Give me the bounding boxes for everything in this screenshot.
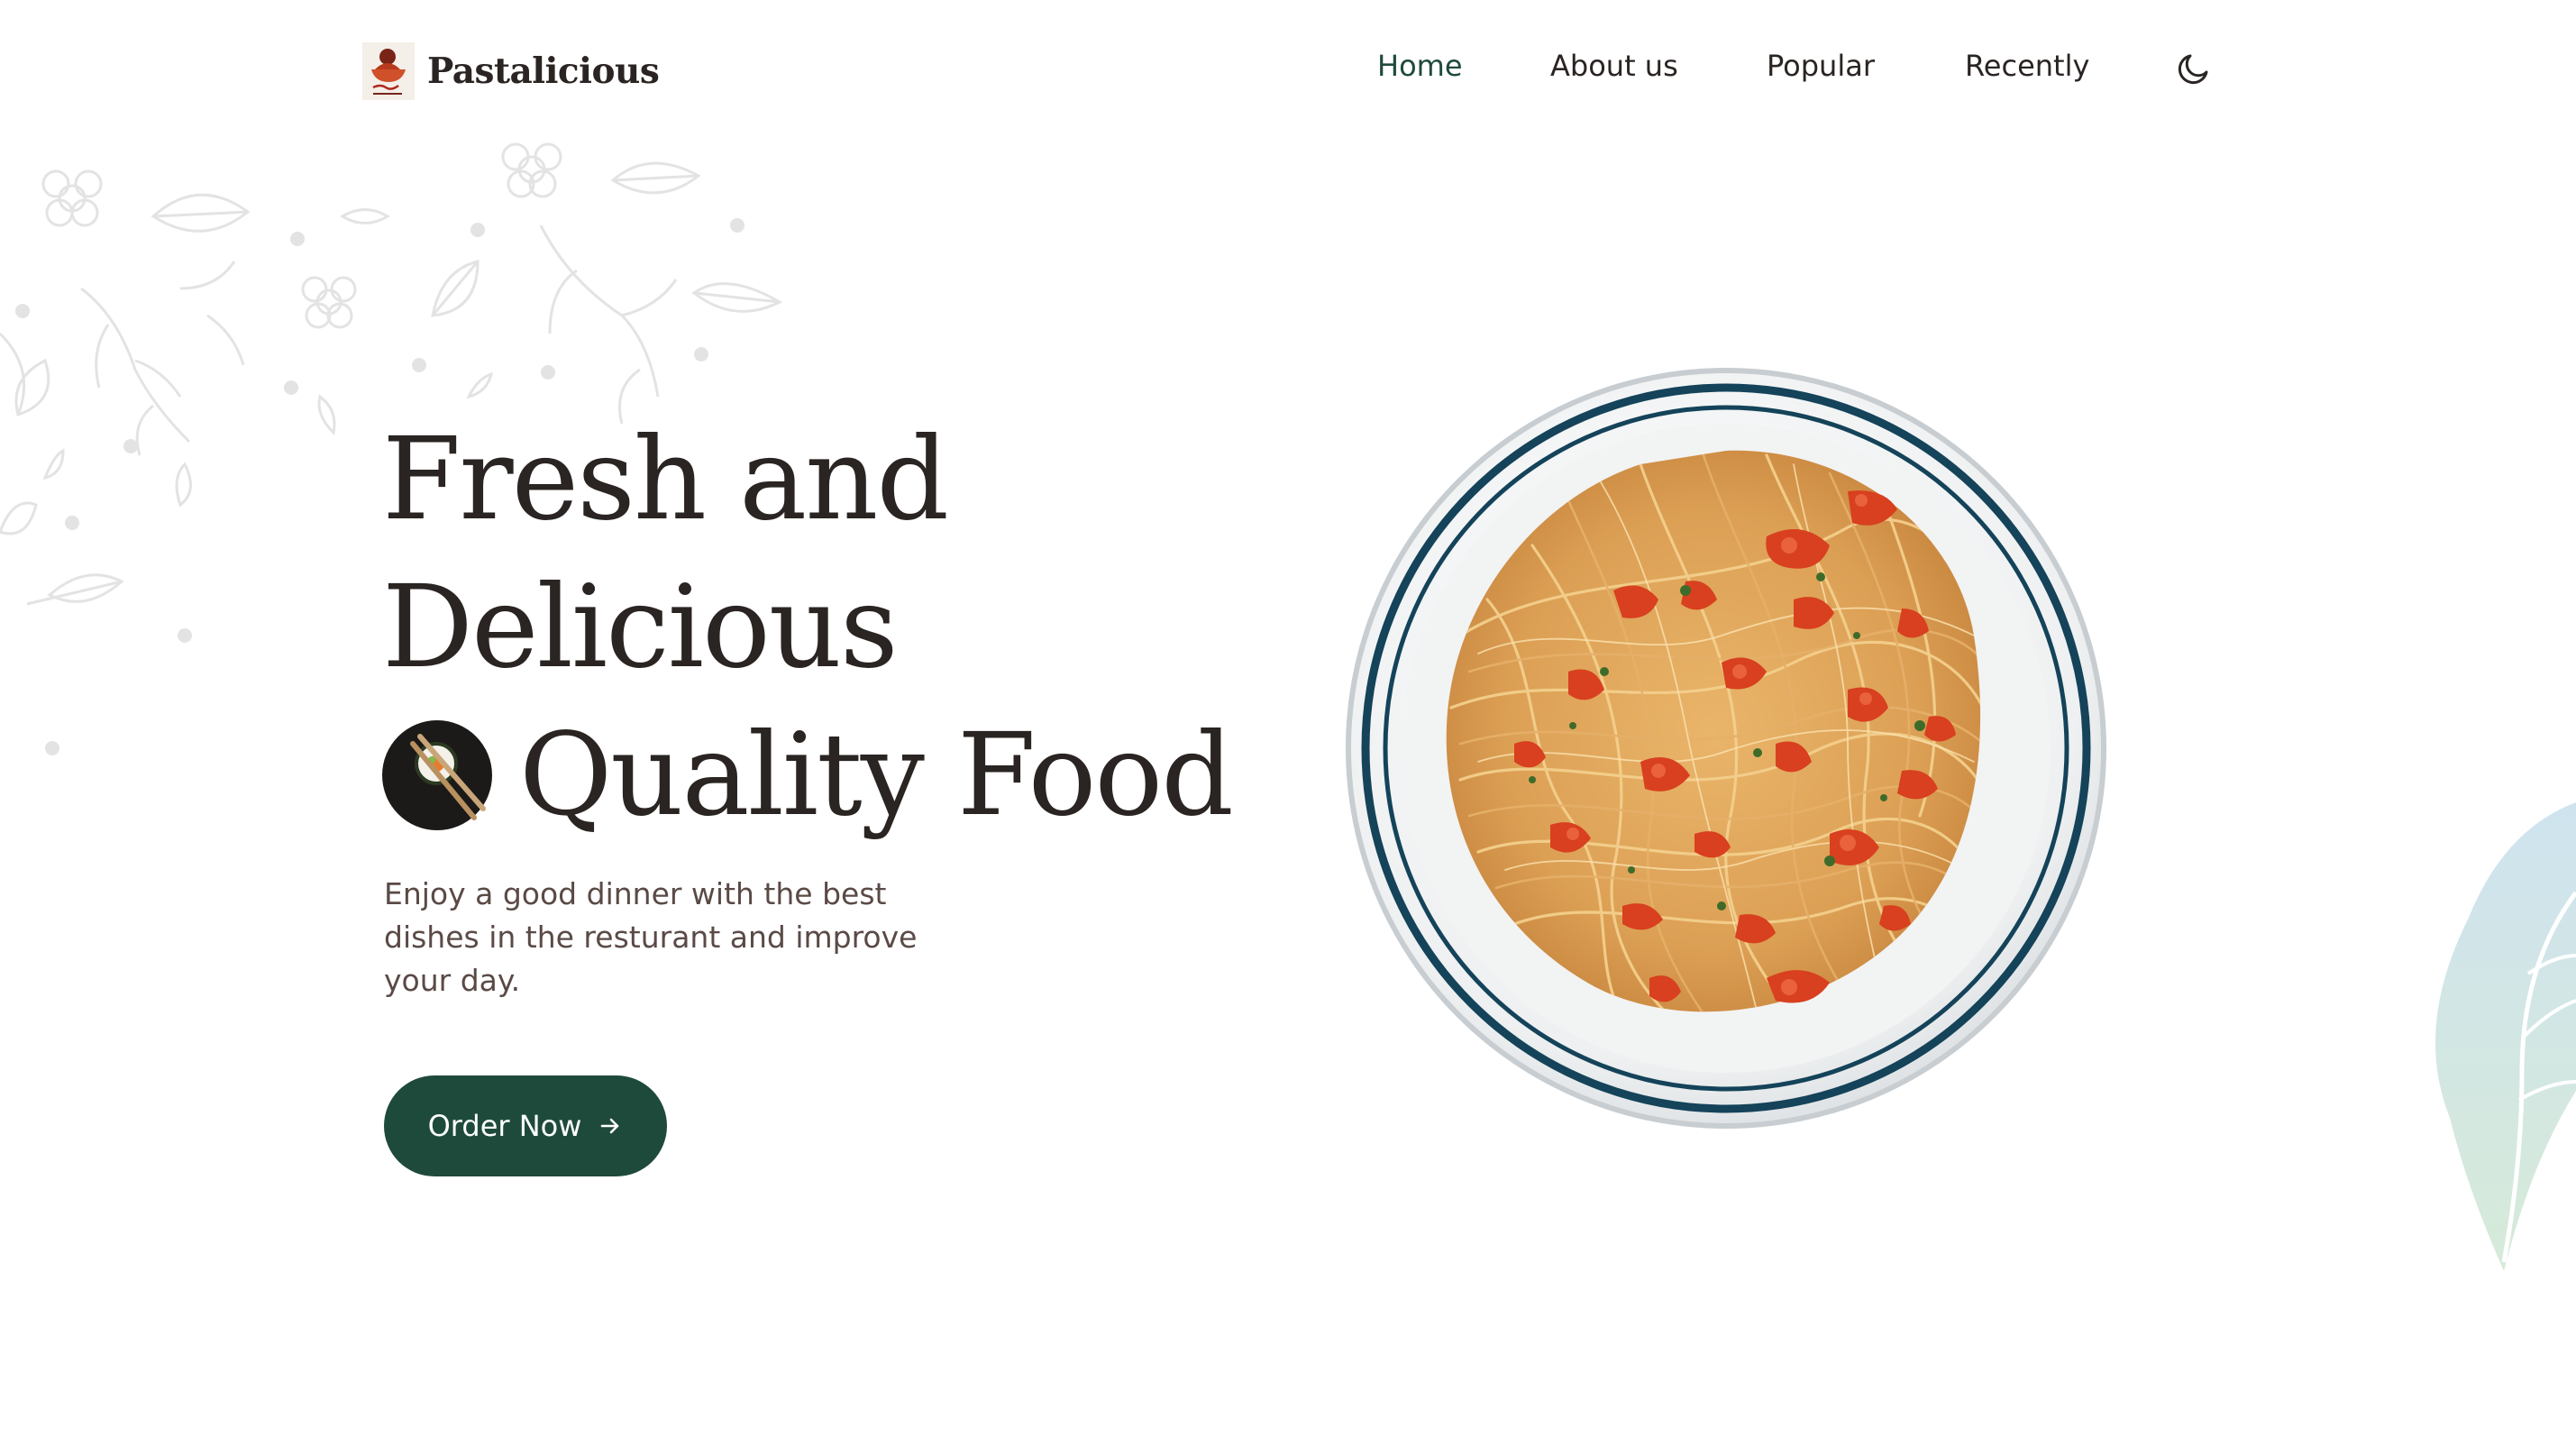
- hero-title-line-2: Delicious: [382, 561, 899, 693]
- hero-title-line-1: Fresh and: [382, 413, 949, 545]
- site-header: Pastalicious Home About us Popular Recen…: [0, 0, 2576, 144]
- hero-title-line-3: Quality Food: [519, 709, 1234, 841]
- nav-popular[interactable]: Popular: [1767, 49, 1875, 83]
- landing-page: Pastalicious Home About us Popular Recen…: [0, 0, 2576, 1455]
- sushi-chopsticks-icon: [382, 720, 492, 830]
- hero-description: Enjoy a good dinner with the best dishes…: [384, 876, 918, 998]
- decorative-leaf: [2435, 802, 2576, 1271]
- spaghetti-plate-image: [1346, 368, 2106, 1129]
- nav-home[interactable]: Home: [1377, 49, 1463, 83]
- nav-about-us[interactable]: About us: [1550, 49, 1678, 83]
- arrow-right-icon: [601, 1118, 619, 1134]
- nav-recently[interactable]: Recently: [1965, 49, 2089, 83]
- order-now-label: Order Now: [427, 1109, 582, 1143]
- hero-title-line-3-wrap: Quality Food: [382, 701, 1234, 849]
- order-now-button[interactable]: Order Now: [384, 1075, 667, 1176]
- moon-icon[interactable]: [2174, 49, 2214, 88]
- hero-title: Fresh and Delicious Quality Food: [382, 406, 1234, 849]
